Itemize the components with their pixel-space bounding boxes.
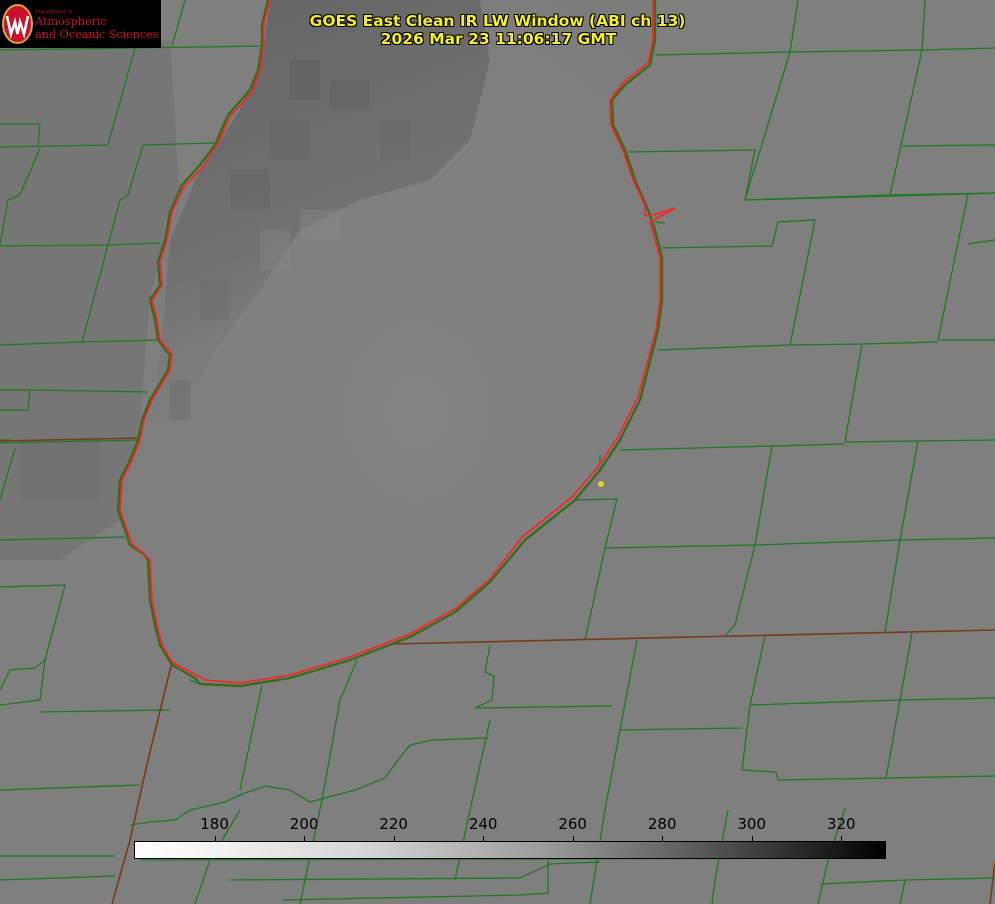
colorbar-tick-label: 220 xyxy=(379,815,408,833)
colorbar-tick-mark xyxy=(393,836,395,841)
product-title: GOES East Clean IR LW Window (ABI ch 13) xyxy=(309,12,686,30)
colorbar-tick-label: 300 xyxy=(737,815,767,833)
location-marker xyxy=(598,481,604,487)
colorbar-tick-mark xyxy=(483,836,485,841)
image-timestamp: 2026 Mar 23 11:06:17 GMT xyxy=(380,30,617,48)
colorbar-tick-label: 180 xyxy=(200,815,229,833)
image-title: GOES East Clean IR LW Window (ABI ch 13)… xyxy=(0,12,995,48)
colorbar-tick-mark xyxy=(572,836,574,841)
colorbar-tick-mark xyxy=(751,836,753,841)
colorbar-tick-label: 200 xyxy=(289,815,319,833)
colorbar-tick-mark xyxy=(304,836,306,841)
colorbar-gradient xyxy=(134,841,886,859)
colorbar-tick-label: 320 xyxy=(826,815,856,833)
colorbar-tick-mark xyxy=(841,836,843,841)
satellite-map xyxy=(0,0,995,904)
satellite-image-viewer: Department of Atmospheric and Oceanic Sc… xyxy=(0,0,995,904)
colorbar-tick-mark xyxy=(214,836,216,841)
colorbar-tick-label: 240 xyxy=(468,815,498,833)
colorbar-tick-label: 260 xyxy=(558,815,587,833)
colorbar-tick-label: 280 xyxy=(647,815,677,833)
colorbar-tick-mark xyxy=(662,836,664,841)
